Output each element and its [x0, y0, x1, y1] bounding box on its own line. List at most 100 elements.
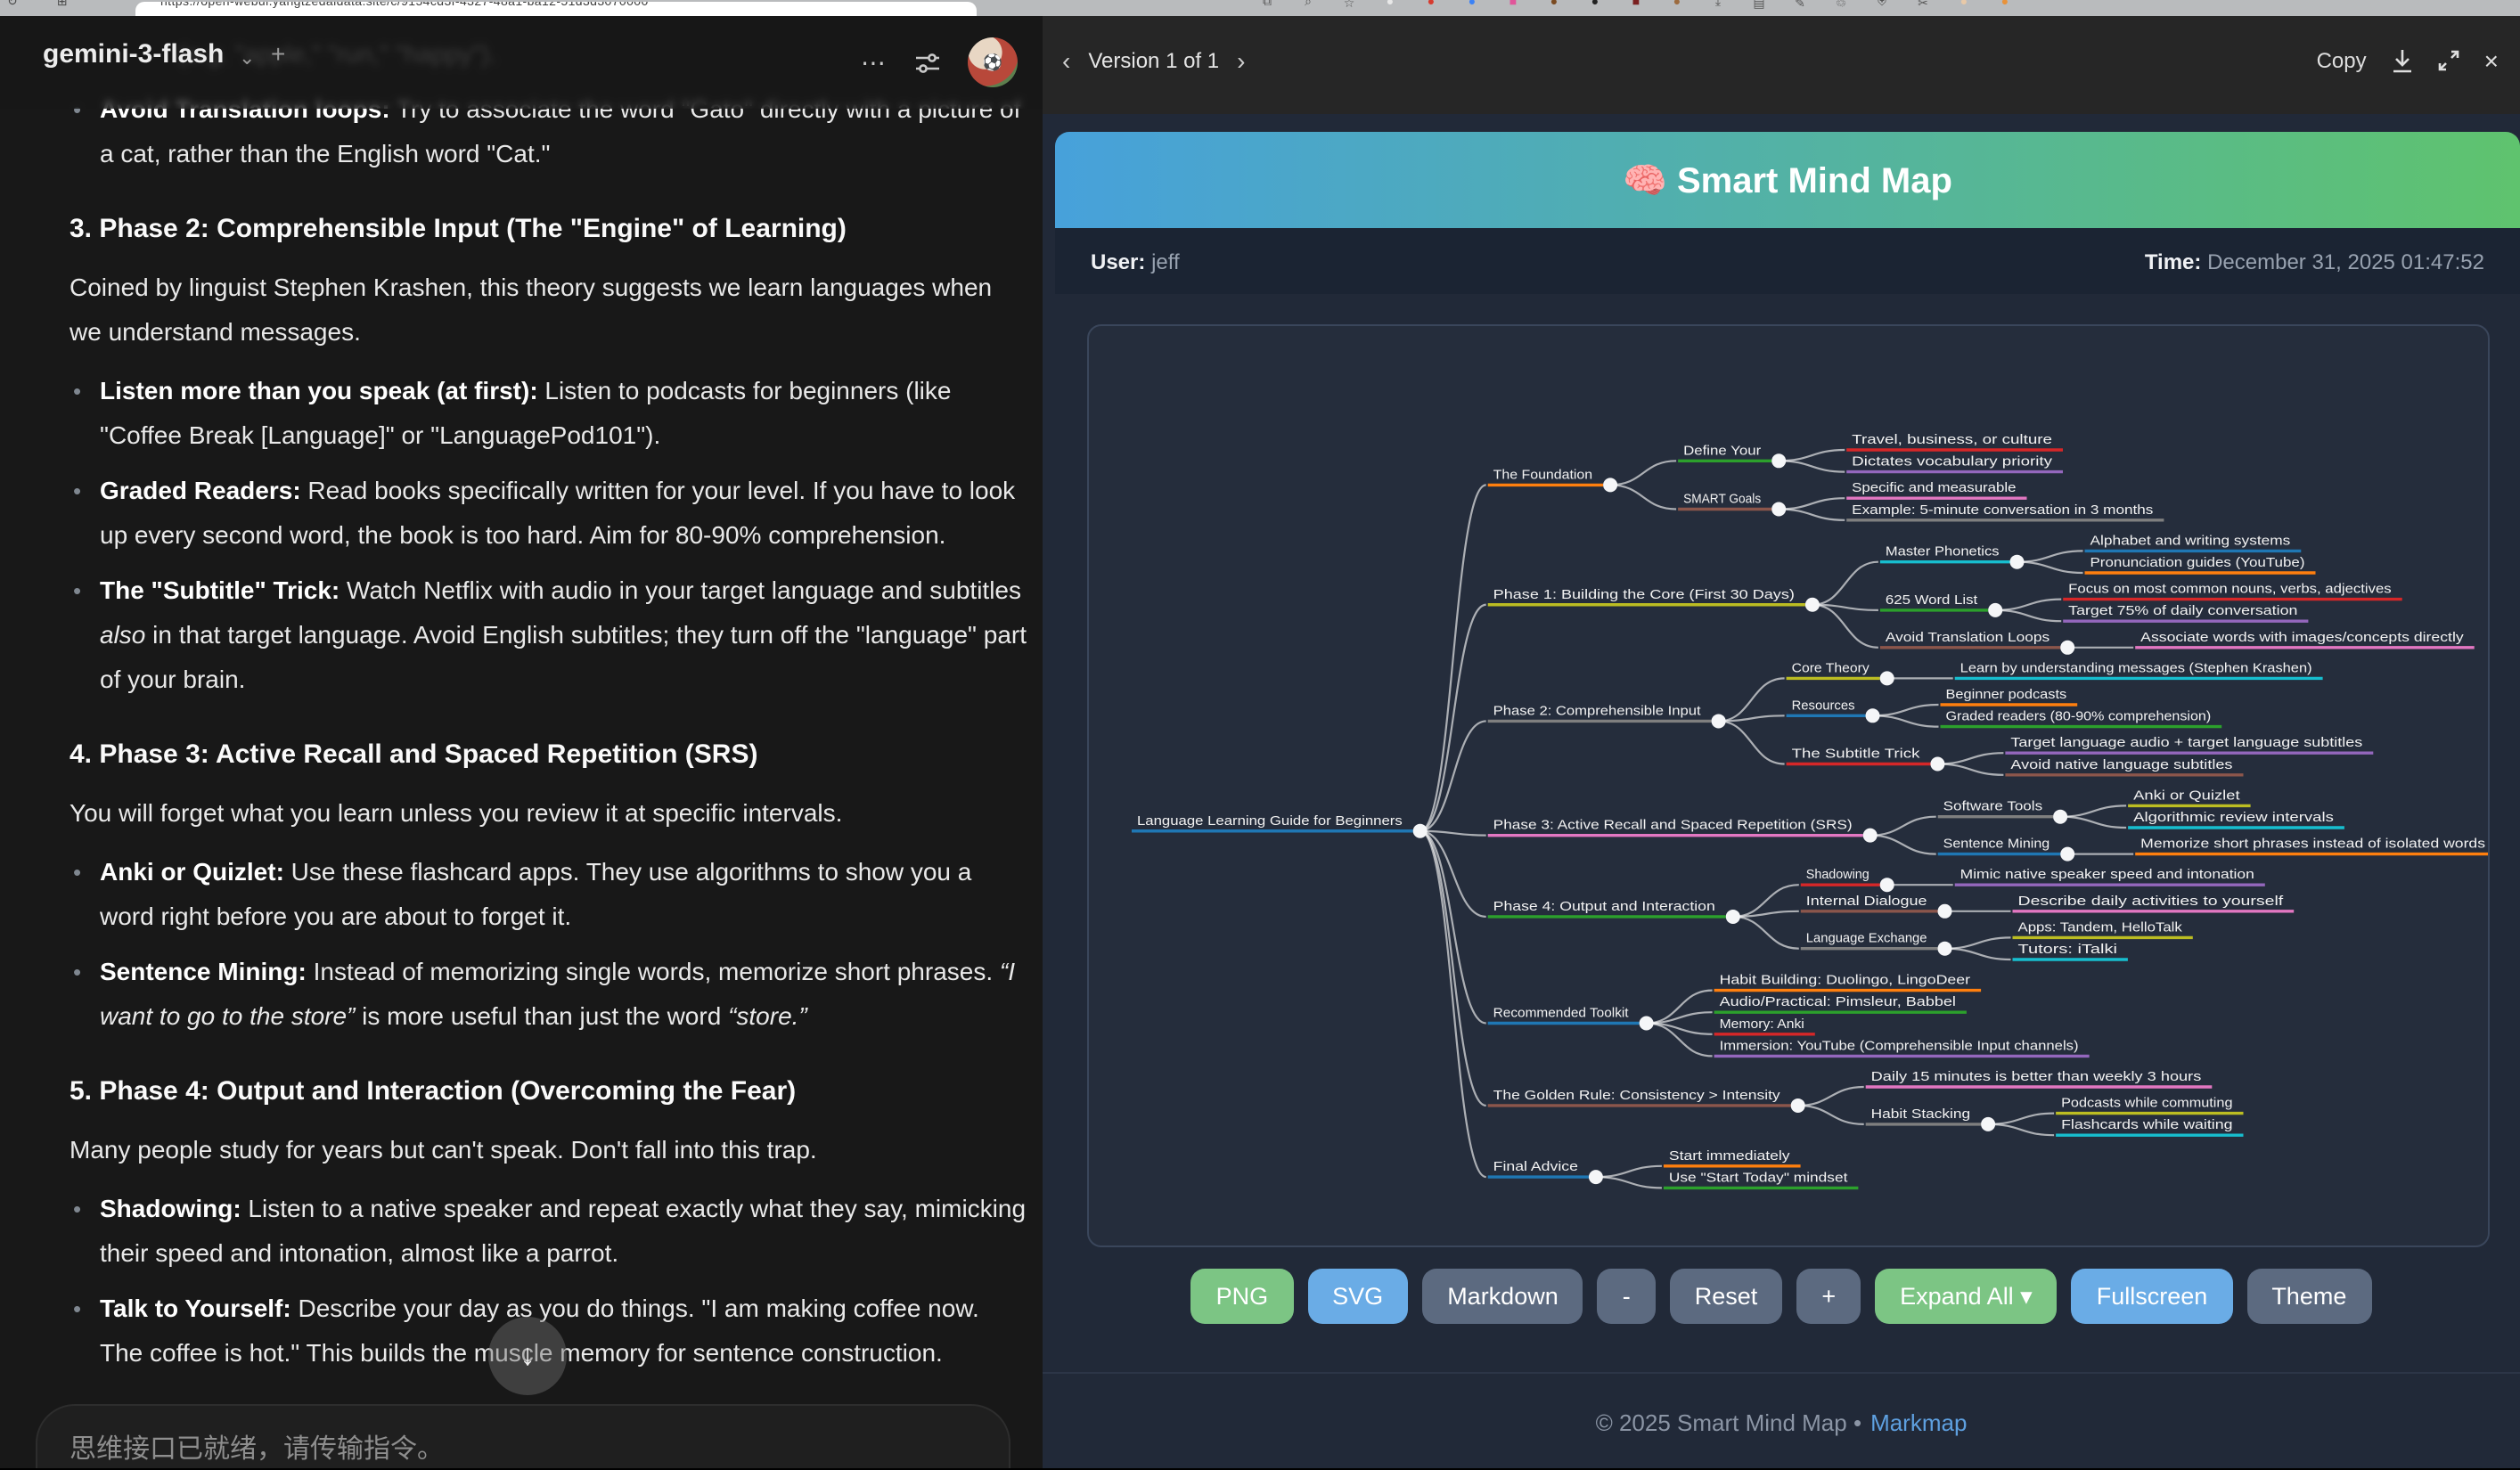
mindmap-node-label[interactable]: The Subtitle Trick: [1792, 747, 1920, 762]
mindmap-collapse-circle[interactable]: [1791, 1098, 1805, 1113]
mindmap-node-label[interactable]: Graded readers (80-90% comprehension): [1946, 709, 2212, 724]
toolbar-button-markdown[interactable]: Markdown: [1422, 1269, 1583, 1324]
extension-icon[interactable]: ✎: [1791, 0, 1809, 11]
toolbar-button-[interactable]: -: [1598, 1269, 1656, 1324]
version-next-icon[interactable]: ›: [1237, 50, 1245, 71]
mindmap-collapse-circle[interactable]: [1805, 598, 1820, 612]
mindmap-collapse-circle[interactable]: [2010, 555, 2025, 569]
extension-icon[interactable]: ☆: [1340, 0, 1358, 11]
extension-icon[interactable]: ⤓: [1709, 0, 1727, 11]
mindmap-collapse-circle[interactable]: [1771, 502, 1786, 517]
more-options-icon[interactable]: ⋯: [861, 47, 888, 78]
extension-icon[interactable]: ⌕: [1299, 0, 1317, 11]
mindmap-collapse-circle[interactable]: [1988, 603, 2002, 617]
mindmap-node-label[interactable]: Memory: Anki: [1720, 1017, 1804, 1032]
mindmap-node-label[interactable]: Example: 5-minute conversation in 3 mont…: [1852, 502, 2153, 518]
mindmap-node-label[interactable]: Specific and measurable: [1852, 480, 2016, 495]
mindmap-node-label[interactable]: Define Your: [1683, 443, 1761, 458]
mindmap-node-label[interactable]: Pronunciation guides (YouTube): [2090, 555, 2305, 570]
mindmap-node-label[interactable]: Phase 3: Active Recall and Spaced Repeti…: [1493, 818, 1853, 833]
extension-icon[interactable]: ●: [1422, 0, 1440, 11]
mindmap-node-label[interactable]: Start immediately: [1669, 1148, 1790, 1164]
toolbar-button-expand-all[interactable]: Expand All ▾: [1875, 1269, 2058, 1324]
mindmap-node-label[interactable]: Audio/Practical: Pimsleur, Babbel: [1720, 994, 1956, 1009]
extension-icon[interactable]: ⧉: [1258, 0, 1276, 11]
extension-icon[interactable]: ●: [1463, 0, 1481, 11]
mindmap-collapse-circle[interactable]: [1981, 1117, 1995, 1131]
mindmap-node-label[interactable]: Avoid native language subtitles: [2010, 757, 2232, 772]
mindmap-node-label[interactable]: Memorize short phrases instead of isolat…: [2140, 837, 2485, 852]
mindmap-collapse-circle[interactable]: [1938, 942, 1952, 956]
extension-icons[interactable]: ⧉⌕☆●●●■●●■●⤓▤✎♲⛨✂●●: [1258, 0, 2014, 11]
mindmap-node-label[interactable]: Resources: [1792, 698, 1855, 713]
url-text[interactable]: https://open-webui.yangtzedaidata.site/c…: [160, 2, 649, 9]
mindmap-collapse-circle[interactable]: [1866, 708, 1880, 723]
mindmap-node-label[interactable]: Language Exchange: [1806, 931, 1927, 946]
fullscreen-icon[interactable]: [2438, 50, 2459, 71]
mindmap-node-label[interactable]: Immersion: YouTube (Comprehensible Input…: [1720, 1038, 2079, 1053]
markmap-link[interactable]: Markmap: [1870, 1409, 1967, 1435]
mindmap-node-label[interactable]: Phase 4: Output and Interaction: [1493, 899, 1715, 914]
mindmap-node-label[interactable]: Algorithmic review intervals: [2133, 810, 2334, 825]
mindmap-node-label[interactable]: Language Learning Guide for Beginners: [1137, 813, 1403, 829]
mindmap-node-label[interactable]: Describe daily activities to yourself: [2018, 894, 2285, 909]
mindmap-node-label[interactable]: Phase 1: Building the Core (First 30 Day…: [1493, 587, 1795, 602]
mindmap-node-label[interactable]: Learn by understanding messages (Stephen…: [1960, 660, 2312, 675]
extension-icon[interactable]: ●: [1996, 0, 2014, 11]
extension-icon[interactable]: ●: [1955, 0, 1973, 11]
mindmap-node-label[interactable]: Beginner podcasts: [1946, 687, 2067, 702]
mindmap-collapse-circle[interactable]: [1880, 671, 1894, 685]
mindmap-node-label[interactable]: Phase 2: Comprehensible Input: [1493, 703, 1702, 718]
mindmap-node-label[interactable]: 625 Word List: [1886, 592, 1978, 608]
copy-button[interactable]: Copy: [2317, 48, 2367, 73]
download-icon[interactable]: [2392, 49, 2413, 72]
extension-icon[interactable]: ●: [1586, 0, 1604, 11]
chevron-down-icon[interactable]: ⌄: [239, 46, 255, 69]
mindmap-node-label[interactable]: SMART Goals: [1683, 492, 1761, 507]
mindmap-collapse-circle[interactable]: [1863, 829, 1878, 843]
browser-nav-icons[interactable]: ↻⊞: [7, 0, 68, 9]
mindmap-node-label[interactable]: Dictates vocabulary priority: [1852, 454, 2052, 470]
browser-nav-icon[interactable]: ↻: [7, 0, 18, 9]
extension-icon[interactable]: ⛨: [1873, 0, 1891, 11]
toolbar-button-svg[interactable]: SVG: [1307, 1269, 1408, 1324]
mindmap-node-label[interactable]: Anki or Quizlet: [2133, 788, 2241, 803]
model-name[interactable]: gemini-3-flash: [43, 39, 224, 69]
mindmap-collapse-circle[interactable]: [1930, 757, 1944, 772]
mindmap-node-label[interactable]: Associate words with images/concepts dir…: [2140, 630, 2464, 645]
mindmap-collapse-circle[interactable]: [1589, 1170, 1603, 1184]
toolbar-button-fullscreen[interactable]: Fullscreen: [2072, 1269, 2233, 1324]
mindmap-node-label[interactable]: Focus on most common nouns, verbs, adjec…: [2068, 582, 2392, 597]
mindmap-node-label[interactable]: Core Theory: [1792, 660, 1870, 675]
mindmap-canvas[interactable]: Language Learning Guide for Beginners The…: [1087, 324, 2490, 1247]
extension-icon[interactable]: ♲: [1832, 0, 1850, 11]
browser-nav-icon[interactable]: ⊞: [57, 0, 68, 9]
tune-icon[interactable]: [914, 49, 941, 76]
mindmap-node-label[interactable]: Daily 15 minutes is better than weekly 3…: [1871, 1069, 2202, 1084]
extension-icon[interactable]: ■: [1627, 0, 1645, 11]
extension-icon[interactable]: ▤: [1750, 0, 1768, 11]
mindmap-node-label[interactable]: Habit Stacking: [1871, 1107, 1970, 1122]
close-icon[interactable]: ×: [2484, 46, 2499, 75]
mindmap-node-label[interactable]: Shadowing: [1806, 867, 1870, 882]
mindmap-collapse-circle[interactable]: [1413, 824, 1428, 838]
mindmap-collapse-circle[interactable]: [1726, 910, 1740, 924]
extension-icon[interactable]: ●: [1381, 0, 1399, 11]
mindmap-node-label[interactable]: Target 75% of daily conversation: [2068, 603, 2297, 618]
mindmap-collapse-circle[interactable]: [1771, 453, 1786, 468]
mindmap-node-label[interactable]: Habit Building: Duolingo, LingoDeer: [1720, 973, 1971, 988]
mindmap-collapse-circle[interactable]: [1712, 714, 1726, 728]
mindmap-collapse-circle[interactable]: [2060, 641, 2074, 655]
mindmap-collapse-circle[interactable]: [1938, 904, 1952, 919]
toolbar-button-[interactable]: +: [1796, 1269, 1861, 1324]
mindmap-node-label[interactable]: Recommended Toolkit: [1493, 1006, 1630, 1021]
mindmap-collapse-circle[interactable]: [2060, 847, 2074, 862]
extension-icon[interactable]: ✂: [1914, 0, 1932, 11]
toolbar-button-reset[interactable]: Reset: [1670, 1269, 1783, 1324]
mindmap-node-label[interactable]: The Foundation: [1493, 467, 1592, 482]
mindmap-node-label[interactable]: Apps: Tandem, HelloTalk: [2018, 919, 2183, 935]
extension-icon[interactable]: ●: [1545, 0, 1563, 11]
mindmap-node-label[interactable]: Software Tools: [1943, 799, 2042, 814]
mindmap-collapse-circle[interactable]: [1640, 1017, 1654, 1031]
mindmap-node-label[interactable]: Internal Dialogue: [1806, 894, 1927, 909]
